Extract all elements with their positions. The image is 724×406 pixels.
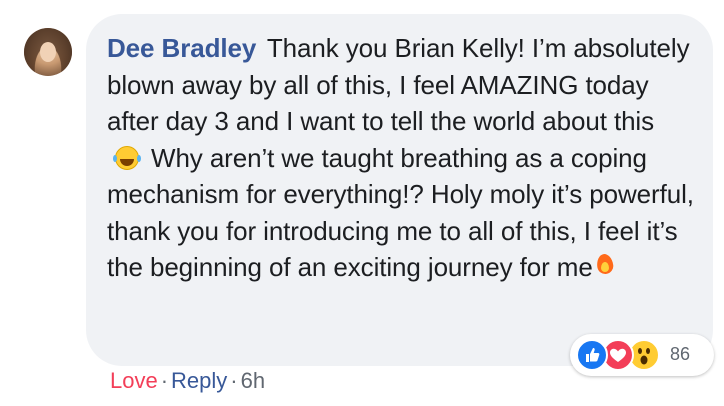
reply-link[interactable]: Reply [171, 368, 227, 393]
love-link[interactable]: Love [110, 368, 158, 393]
separator-dot: · [160, 368, 169, 393]
comment-text: Dee Bradley Thank you Brian Kelly! I’m a… [107, 30, 697, 286]
separator-dot: · [230, 368, 238, 393]
laughing-emoji-icon [113, 145, 139, 170]
like-icon [576, 339, 608, 371]
comment-actions: Love · Reply · 6h [110, 368, 265, 394]
comment-bubble: Dee Bradley Thank you Brian Kelly! I’m a… [86, 14, 713, 366]
fire-emoji-icon [597, 252, 613, 274]
author-name[interactable]: Dee Bradley [107, 33, 256, 63]
reaction-count: 86 [670, 344, 691, 364]
comment: Dee Bradley Thank you Brian Kelly! I’m a… [0, 0, 724, 406]
avatar[interactable] [24, 28, 72, 76]
timestamp[interactable]: 6h [241, 368, 265, 393]
reactions-summary[interactable]: 86 [570, 334, 714, 376]
avatar-face [40, 42, 56, 62]
